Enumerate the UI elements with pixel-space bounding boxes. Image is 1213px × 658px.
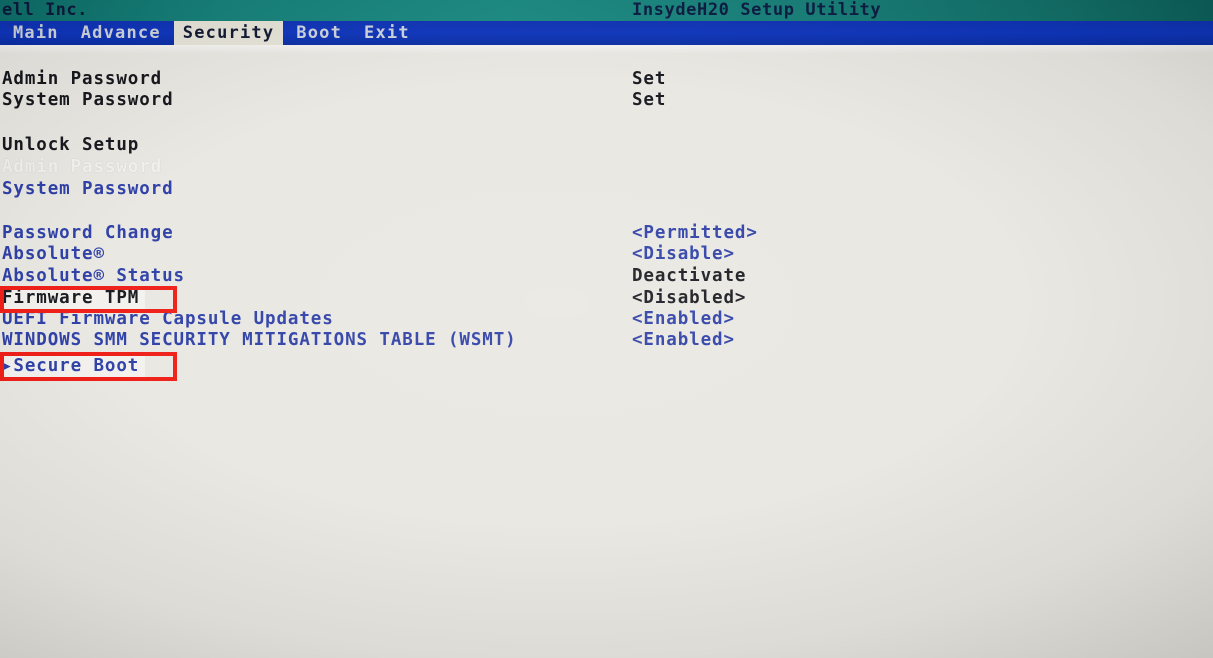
setting-label: Admin Password [2, 69, 163, 89]
setting-value[interactable]: <Disabled> [632, 287, 746, 309]
table-row[interactable]: System Password Set [0, 89, 1213, 111]
table-row[interactable]: UEFI Firmware Capsule Updates <Enabled> [0, 308, 1213, 330]
setting-label: System Password [2, 179, 174, 199]
table-row[interactable]: System Password [0, 178, 1213, 200]
table-row[interactable]: Admin Password Set [0, 68, 1213, 90]
setting-value[interactable]: <Enabled> [632, 329, 735, 351]
table-row[interactable]: ▸Secure Boot [0, 355, 1213, 377]
setting-value[interactable]: <Disable> [632, 243, 735, 265]
setting-label: Absolute® Status [2, 266, 185, 286]
table-row[interactable]: Firmware TPM <Disabled> [0, 287, 1213, 309]
setting-label: Admin Password [2, 157, 163, 177]
table-row[interactable]: Password Change <Permitted> [0, 222, 1213, 244]
setting-value[interactable]: Deactivate [632, 265, 746, 287]
setting-label: Password Change [2, 223, 174, 243]
table-row[interactable]: Unlock Setup [0, 134, 1213, 156]
table-row[interactable]: Absolute® Status Deactivate [0, 265, 1213, 287]
bios-setup-screen: ell Inc. InsydeH20 Setup Utility Main Adv… [0, 0, 1213, 658]
setting-label: ▸Secure Boot [2, 355, 146, 377]
setting-label: UEFI Firmware Capsule Updates [2, 309, 334, 329]
setting-value[interactable]: <Enabled> [632, 308, 735, 330]
table-row[interactable]: Absolute® <Disable> [0, 243, 1213, 265]
settings-list: Admin Password Set System Password Set Unloc… [0, 0, 1213, 658]
table-row[interactable]: WINDOWS SMM SECURITY MITIGATIONS TABLE (… [0, 329, 1213, 351]
setting-value[interactable]: <Permitted> [632, 222, 758, 244]
setting-label: System Password [2, 90, 174, 110]
table-row[interactable]: Admin Password [0, 156, 1213, 178]
setting-value[interactable]: Set [632, 68, 666, 90]
setting-label: WINDOWS SMM SECURITY MITIGATIONS TABLE (… [2, 330, 517, 350]
setting-label: Absolute® [2, 244, 105, 264]
setting-label: Unlock Setup [2, 135, 140, 155]
setting-value[interactable]: Set [632, 89, 666, 111]
setting-label: Firmware TPM [2, 287, 146, 309]
